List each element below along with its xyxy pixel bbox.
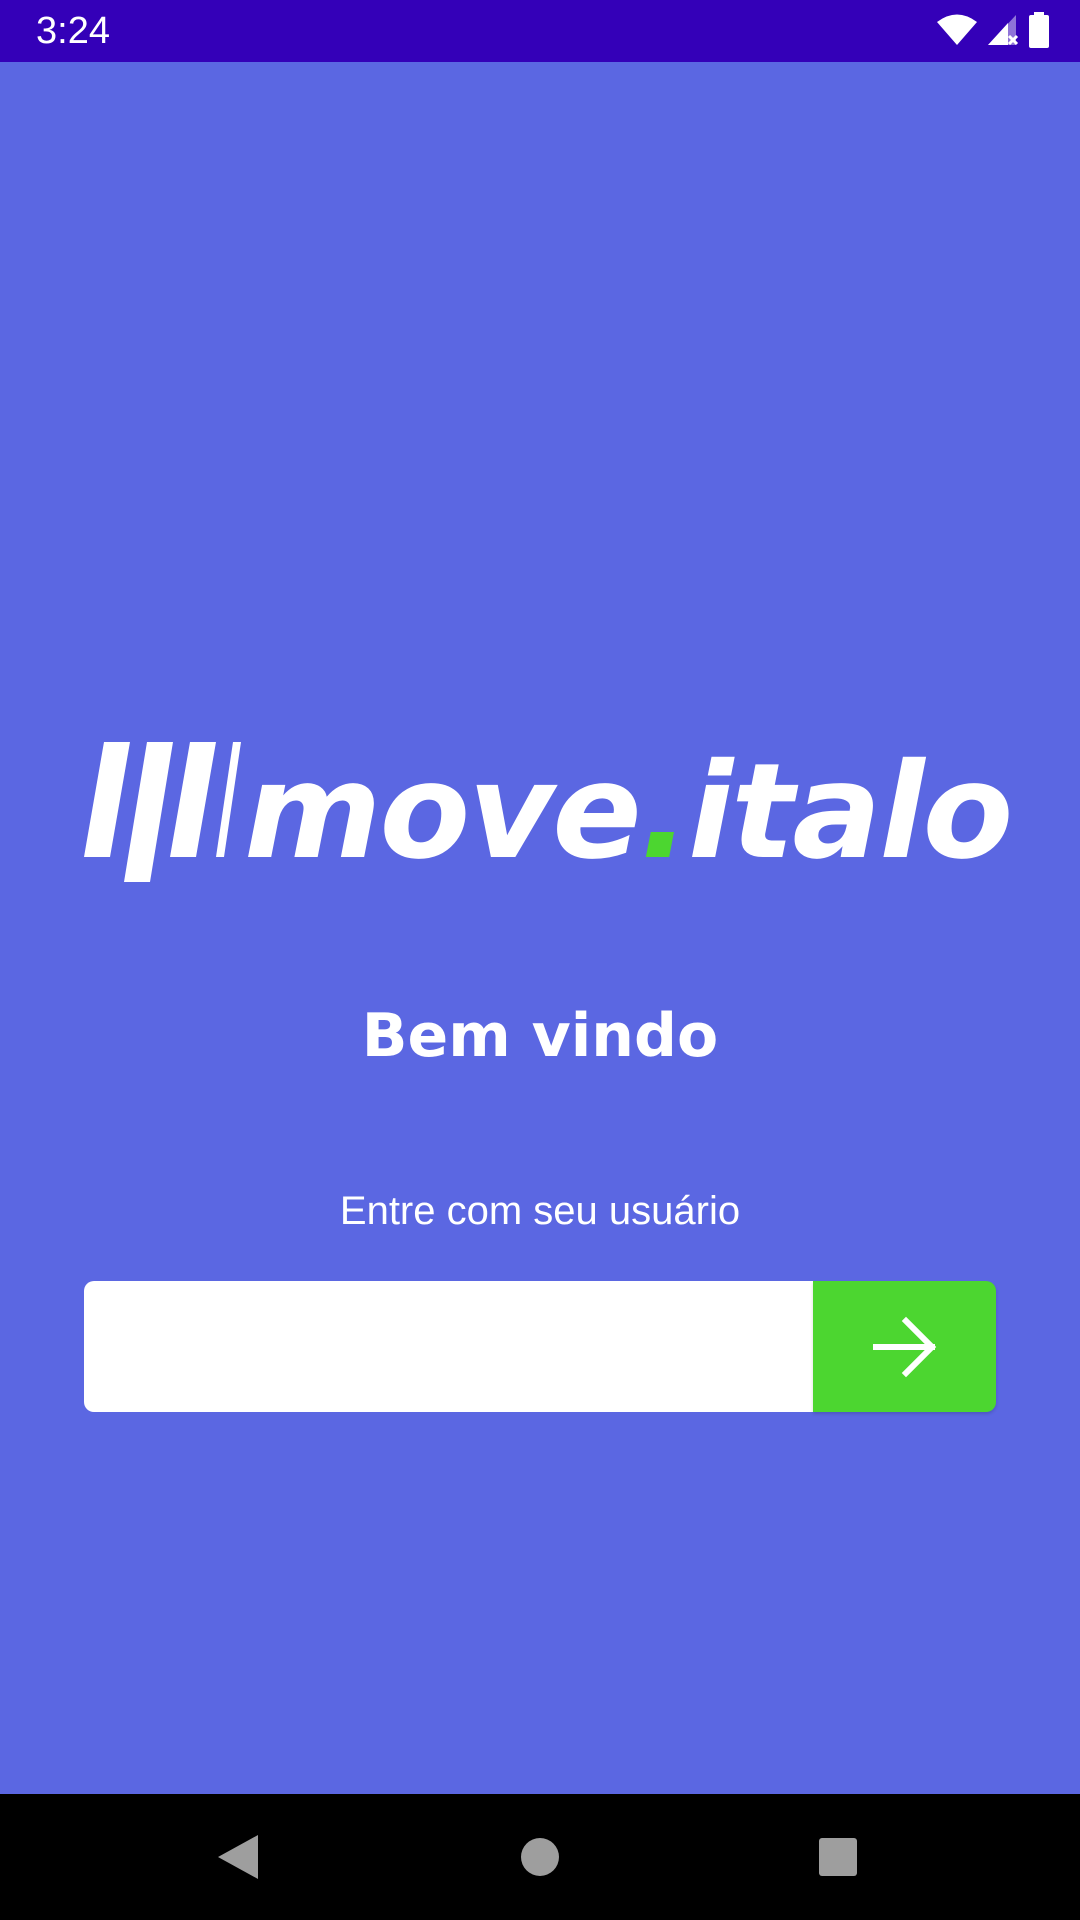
recents-button[interactable] [803,1822,873,1892]
login-form [84,1281,996,1412]
logo-text-italo: italo [687,735,1013,889]
status-bar: 3:24 [0,0,1080,62]
login-instruction: Entre com seu usuário [339,1189,741,1233]
battery-icon [1028,11,1050,53]
back-button[interactable] [203,1822,273,1892]
recents-icon [819,1838,857,1876]
back-icon [218,1835,258,1879]
logo-wordmark: move.italo [244,742,1013,882]
logo-stripes-icon [84,742,241,882]
logo: move.italo [84,742,1013,882]
app-screen: 3:24 move.italo Bem vindo Entre com seu … [0,0,1080,1920]
logo-dot: . [639,735,690,889]
submit-button[interactable] [813,1281,996,1412]
status-icons [936,11,1050,53]
username-input[interactable] [84,1281,813,1412]
wifi-icon [936,14,978,51]
logo-text-move: move [244,735,642,889]
status-time: 3:24 [36,10,110,52]
signal-icon [986,13,1020,52]
home-icon [521,1838,559,1876]
arrow-right-icon [872,1316,936,1377]
welcome-title: Bem vindo [361,1001,719,1071]
home-button[interactable] [505,1822,575,1892]
navigation-bar [0,1794,1080,1920]
